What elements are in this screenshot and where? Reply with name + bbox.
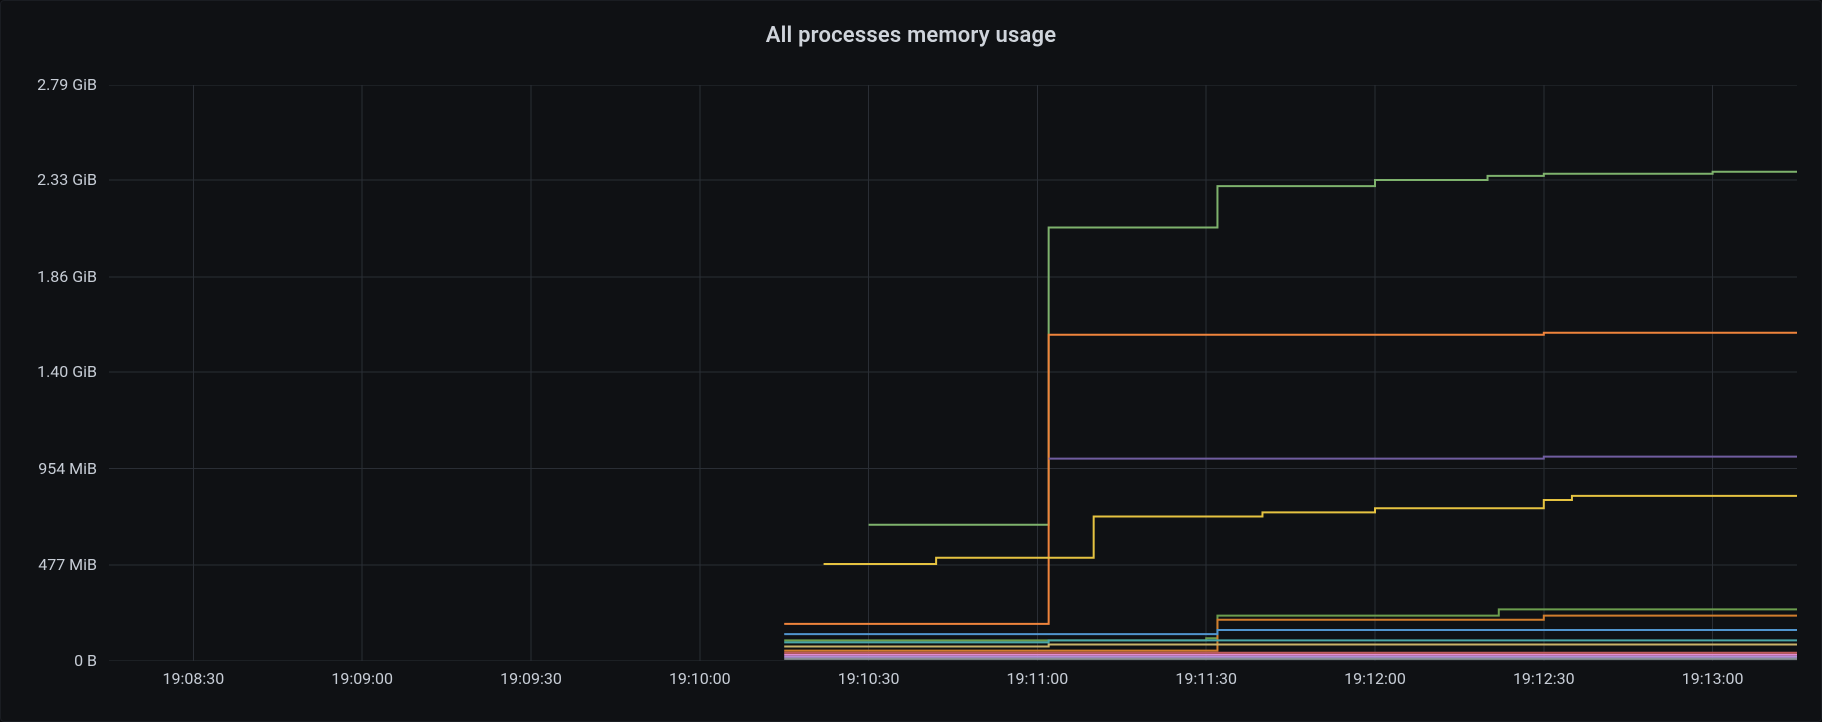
y-tick-label: 2.33 GiB xyxy=(1,170,97,189)
series-proc-blue-1[interactable] xyxy=(784,630,1797,634)
series-proc-yellow-1[interactable] xyxy=(824,496,1797,564)
y-tick-label: 2.79 GiB xyxy=(1,75,97,94)
x-tick-label: 19:13:00 xyxy=(1663,669,1763,688)
y-tick-label: 954 MiB xyxy=(1,459,97,478)
x-tick-label: 19:08:30 xyxy=(143,669,243,688)
x-tick-label: 19:09:00 xyxy=(312,669,412,688)
series-proc-purple-1[interactable] xyxy=(1049,457,1797,459)
chart-panel: All processes memory usage 0 B 477 MiB 954… xyxy=(0,0,1822,722)
x-tick-label: 19:12:30 xyxy=(1494,669,1594,688)
x-tick-label: 19:10:30 xyxy=(819,669,919,688)
y-tick-label: 477 MiB xyxy=(1,555,97,574)
x-tick-label: 19:10:00 xyxy=(650,669,750,688)
series-proc-green-1[interactable] xyxy=(869,172,1797,525)
series-proc-green-2[interactable] xyxy=(784,609,1797,640)
x-tick-label: 19:09:30 xyxy=(481,669,581,688)
chart-title: All processes memory usage xyxy=(1,1,1821,48)
y-tick-label: 1.86 GiB xyxy=(1,267,97,286)
x-tick-label: 19:12:00 xyxy=(1325,669,1425,688)
x-tick-label: 19:11:30 xyxy=(1156,669,1256,688)
series-proc-orange-1[interactable] xyxy=(784,333,1797,624)
series-proc-yellow-2[interactable] xyxy=(784,644,1797,646)
chart-plot-area[interactable] xyxy=(109,85,1797,661)
y-tick-label: 0 B xyxy=(1,651,97,670)
y-tick-label: 1.40 GiB xyxy=(1,362,97,381)
chart-svg xyxy=(109,85,1797,661)
x-tick-label: 19:11:00 xyxy=(987,669,1087,688)
